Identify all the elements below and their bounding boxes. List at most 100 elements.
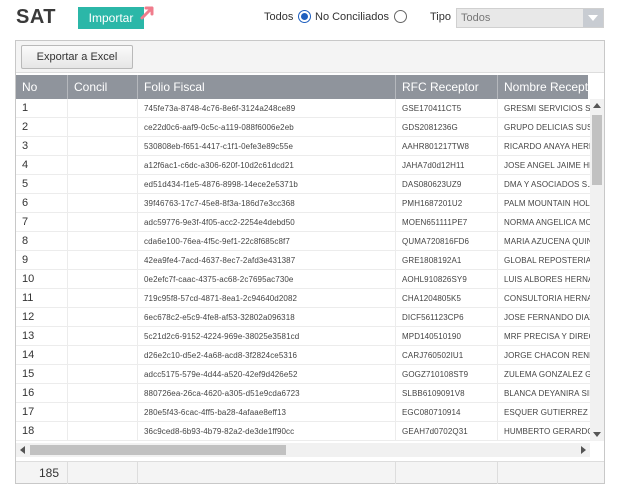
- cell-nombre-receptor: PALM MOUNTAIN HOLDINGS: [498, 194, 590, 213]
- horizontal-scroll-thumb[interactable]: [30, 445, 286, 455]
- scroll-right-icon[interactable]: [581, 446, 586, 454]
- table-row[interactable]: 5 ed51d434-f1e5-4876-8998-14ece2e5371b DAS…: [16, 175, 590, 194]
- pointer-cursor-icon: [140, 6, 154, 20]
- cell-concil: [68, 213, 138, 232]
- grid-body: 1 745fe73a-8748-4c76-8e6f-3124a248ce89 GSE…: [16, 99, 590, 441]
- table-row[interactable]: 18 36c9ced8-6b93-4b79-82a2-de3de1ff90cc GE…: [16, 422, 590, 441]
- cell-no: 15: [16, 365, 68, 384]
- cell-nombre-receptor: BLANCA DEYANIRA SILVA: [498, 384, 590, 403]
- cell-nombre-receptor: MARIA AZUCENA QUINTERO: [498, 232, 590, 251]
- chevron-down-icon[interactable]: [583, 9, 603, 27]
- cell-folio-fiscal: 880726ea-26ca-4620-a305-d51e9cda6723: [138, 384, 396, 403]
- column-header-folio-fiscal[interactable]: Folio Fiscal: [138, 75, 396, 99]
- column-header-nombre-receptor[interactable]: Nombre Receptor: [498, 75, 588, 99]
- cell-folio-fiscal: adcc5175-579e-4d44-a520-42ef9d426e52: [138, 365, 396, 384]
- cell-nombre-receptor: RICARDO ANAYA HERNANDEZ: [498, 137, 590, 156]
- cell-folio-fiscal: 530808eb-f651-4417-c1f1-0efe3e89c55e: [138, 137, 396, 156]
- cell-concil: [68, 232, 138, 251]
- column-header-concil[interactable]: Concil: [68, 75, 138, 99]
- filter-no-conciliados-radio[interactable]: [394, 10, 407, 23]
- cell-rfc-receptor: DICF561123CP6: [396, 308, 498, 327]
- table-row[interactable]: 2 ce22d0c6-aaf9-0c5c-a119-088f6006e2eb GDS…: [16, 118, 590, 137]
- cell-folio-fiscal: 36c9ced8-6b93-4b79-82a2-de3de1ff90cc: [138, 422, 396, 441]
- grid-footer: 185: [16, 461, 604, 484]
- cell-rfc-receptor: QUMA720816FD6: [396, 232, 498, 251]
- cell-folio-fiscal: adc59776-9e3f-4f05-acc2-2254e4debd50: [138, 213, 396, 232]
- cell-no: 13: [16, 327, 68, 346]
- cell-concil: [68, 251, 138, 270]
- table-row[interactable]: 9 42ea9fe4-7acd-4637-8ec7-2afd3e431387 GRE…: [16, 251, 590, 270]
- cell-concil: [68, 403, 138, 422]
- table-row[interactable]: 17 280e5f43-6cac-4ff5-ba28-4afaae8eff13 EG…: [16, 403, 590, 422]
- cell-folio-fiscal: cda6e100-76ea-4f5c-9ef1-22c8f685c8f7: [138, 232, 396, 251]
- scroll-up-icon[interactable]: [593, 103, 601, 108]
- footer-cell-concil: [68, 462, 138, 484]
- column-header-no[interactable]: No: [16, 75, 68, 99]
- cell-no: 16: [16, 384, 68, 403]
- sat-grid-panel: Exportar a Excel No Concil Folio Fiscal …: [15, 40, 605, 484]
- cell-folio-fiscal: ce22d0c6-aaf9-0c5c-a119-088f6006e2eb: [138, 118, 396, 137]
- footer-cell-nombre: [498, 462, 604, 484]
- cell-rfc-receptor: AOHL910826SY9: [396, 270, 498, 289]
- footer-cell-folio: [138, 462, 396, 484]
- cell-folio-fiscal: 0e2efc7f-caac-4375-ac68-2c7695ac730e: [138, 270, 396, 289]
- cell-no: 10: [16, 270, 68, 289]
- cell-folio-fiscal: 5c21d2c6-9152-4224-969e-38025e3581cd: [138, 327, 396, 346]
- cell-nombre-receptor: JOSE FERNANDO DIAZ: [498, 308, 590, 327]
- cell-nombre-receptor: CONSULTORIA HERNANDEZ: [498, 289, 590, 308]
- export-excel-button[interactable]: Exportar a Excel: [21, 45, 133, 69]
- table-row[interactable]: 1 745fe73a-8748-4c76-8e6f-3124a248ce89 GSE…: [16, 99, 590, 118]
- cell-rfc-receptor: EGC080710914: [396, 403, 498, 422]
- cell-concil: [68, 137, 138, 156]
- cell-rfc-receptor: DAS080623UZ9: [396, 175, 498, 194]
- table-row[interactable]: 3 530808eb-f651-4417-c1f1-0efe3e89c55e AAH…: [16, 137, 590, 156]
- cell-rfc-receptor: SLBB6109091V8: [396, 384, 498, 403]
- scroll-left-icon[interactable]: [20, 446, 25, 454]
- cell-folio-fiscal: ed51d434-f1e5-4876-8998-14ece2e5371b: [138, 175, 396, 194]
- grid-toolbar: Exportar a Excel: [16, 41, 604, 73]
- table-row[interactable]: 13 5c21d2c6-9152-4224-969e-38025e3581cd MP…: [16, 327, 590, 346]
- table-row[interactable]: 8 cda6e100-76ea-4f5c-9ef1-22c8f685c8f7 QUM…: [16, 232, 590, 251]
- cell-rfc-receptor: CHA1204805K5: [396, 289, 498, 308]
- cell-no: 14: [16, 346, 68, 365]
- filter-todos-label: Todos: [264, 11, 294, 23]
- cell-nombre-receptor: JORGE CHACON RENDON: [498, 346, 590, 365]
- cell-no: 6: [16, 194, 68, 213]
- vertical-scrollbar[interactable]: [590, 99, 604, 441]
- table-row[interactable]: 10 0e2efc7f-caac-4375-ac68-2c7695ac730e AO…: [16, 270, 590, 289]
- horizontal-scrollbar[interactable]: [16, 443, 590, 457]
- cell-nombre-receptor: NORMA ANGELICA MORALES: [498, 213, 590, 232]
- table-row[interactable]: 7 adc59776-9e3f-4f05-acc2-2254e4debd50 MOE…: [16, 213, 590, 232]
- table-row[interactable]: 16 880726ea-26ca-4620-a305-d51e9cda6723 SL…: [16, 384, 590, 403]
- scroll-down-icon[interactable]: [593, 432, 601, 437]
- cell-concil: [68, 194, 138, 213]
- cell-nombre-receptor: DMA Y ASOCIADOS S.A.: [498, 175, 590, 194]
- cell-nombre-receptor: ESQUER GUTIERREZ C.: [498, 403, 590, 422]
- table-row[interactable]: 4 a12f6ac1-c6dc-a306-620f-10d2c61dcd21 JAH…: [16, 156, 590, 175]
- cell-folio-fiscal: 6ec678c2-e5c9-4fe8-af53-32802a096318: [138, 308, 396, 327]
- import-button[interactable]: Importar: [78, 7, 144, 29]
- table-row[interactable]: 11 719c95f8-57cd-4871-8ea1-2c94640d2082 CH…: [16, 289, 590, 308]
- cell-no: 8: [16, 232, 68, 251]
- cell-no: 5: [16, 175, 68, 194]
- cell-rfc-receptor: MPD140510190: [396, 327, 498, 346]
- cell-concil: [68, 327, 138, 346]
- cell-nombre-receptor: JOSE ANGEL JAIME HERRERA: [498, 156, 590, 175]
- cell-concil: [68, 308, 138, 327]
- cell-concil: [68, 175, 138, 194]
- cell-rfc-receptor: GRE1808192A1: [396, 251, 498, 270]
- table-row[interactable]: 14 d26e2c10-d5e2-4a68-acd8-3f2824ce5316 CA…: [16, 346, 590, 365]
- tipo-select[interactable]: Todos: [456, 8, 604, 28]
- cell-rfc-receptor: PMH1687201U2: [396, 194, 498, 213]
- cell-nombre-receptor: HUMBERTO GERARDO: [498, 422, 590, 441]
- cell-no: 3: [16, 137, 68, 156]
- table-row[interactable]: 12 6ec678c2-e5c9-4fe8-af53-32802a096318 DI…: [16, 308, 590, 327]
- vertical-scroll-thumb[interactable]: [592, 115, 602, 185]
- table-row[interactable]: 6 39f46763-17c7-45e8-8f3a-186d7e3cc368 PMH…: [16, 194, 590, 213]
- filter-todos-radio[interactable]: [298, 10, 311, 23]
- cell-nombre-receptor: ZULEMA GONZALEZ GARCIA: [498, 365, 590, 384]
- column-header-rfc-receptor[interactable]: RFC Receptor: [396, 75, 498, 99]
- table-row[interactable]: 15 adcc5175-579e-4d44-a520-42ef9d426e52 GO…: [16, 365, 590, 384]
- cell-folio-fiscal: 39f46763-17c7-45e8-8f3a-186d7e3cc368: [138, 194, 396, 213]
- cell-concil: [68, 422, 138, 441]
